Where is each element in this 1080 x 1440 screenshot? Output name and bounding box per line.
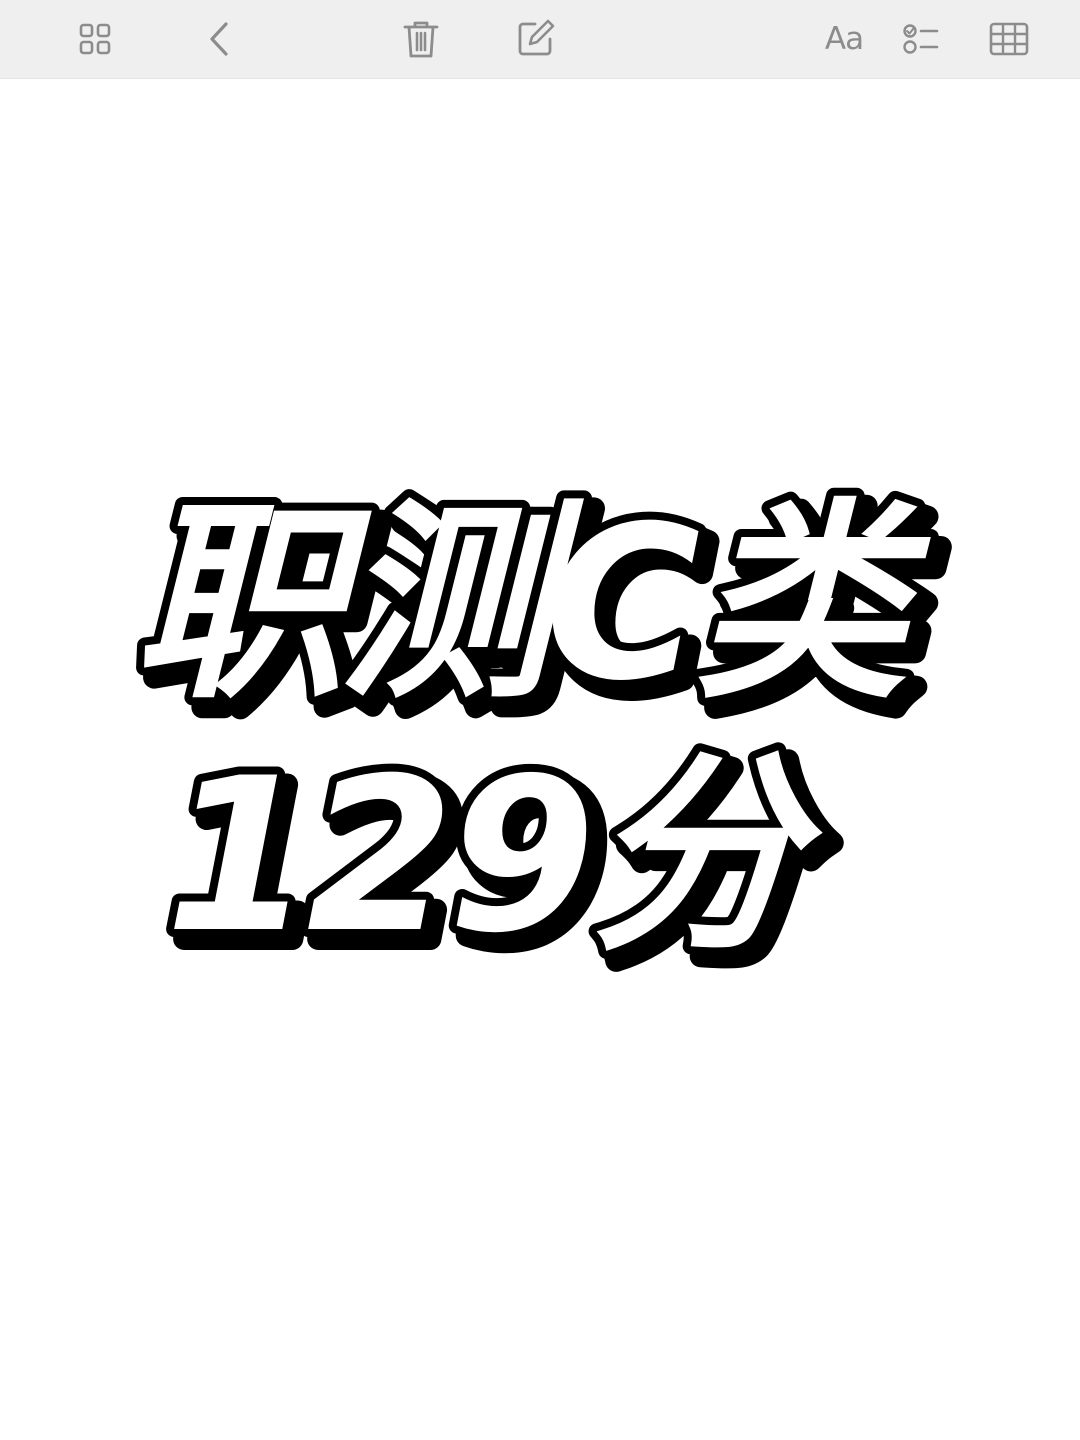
headline-line2: 129分: [165, 732, 824, 979]
compose-button[interactable]: [508, 12, 562, 66]
table-icon: [989, 22, 1029, 56]
gallery-view-button[interactable]: [68, 12, 122, 66]
table-button[interactable]: [982, 12, 1036, 66]
back-button[interactable]: [193, 12, 247, 66]
back-chevron-icon: [210, 22, 228, 56]
headline-line1: 职测C类: [133, 480, 932, 727]
headline-canvas: 职测C类 职测C类 职测C类 129分 129分 129分: [125, 472, 959, 1000]
checklist-button[interactable]: [894, 12, 948, 66]
text-format-icon: Aa: [824, 21, 864, 57]
note-body[interactable]: 职测C类 职测C类 职测C类 129分 129分 129分: [0, 79, 1080, 1440]
checklist-icon: [903, 24, 939, 54]
text-format-button[interactable]: Aa: [814, 12, 874, 66]
trash-icon: [403, 21, 439, 58]
compose-icon: [518, 19, 555, 56]
note-headline: 职测C类 职测C类 职测C类 129分 129分 129分: [0, 79, 1080, 1440]
delete-button[interactable]: [394, 12, 448, 66]
gallery-grid-icon: [79, 23, 111, 55]
notes-editor: Aa 职测C类 职测C类 职测C类 129分 129分 129分: [0, 0, 1080, 1440]
note-toolbar: Aa: [0, 0, 1080, 79]
